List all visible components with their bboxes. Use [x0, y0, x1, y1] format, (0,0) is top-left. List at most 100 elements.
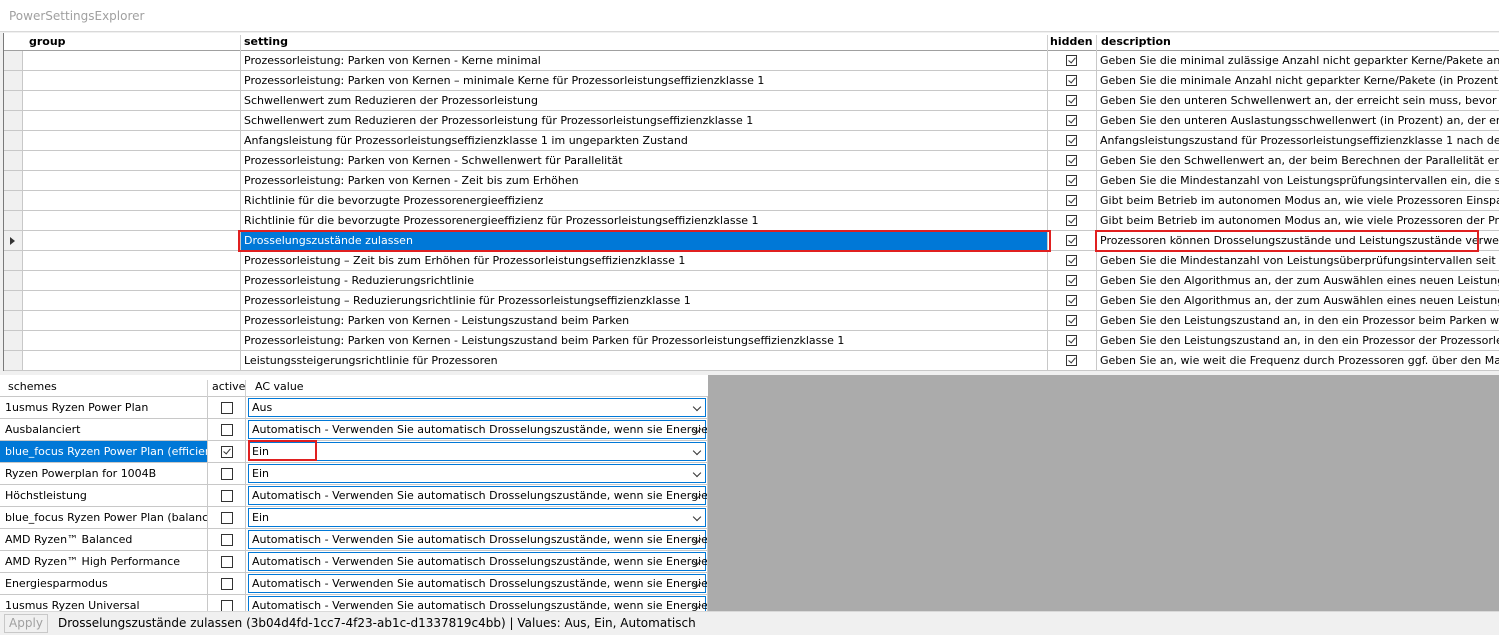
chevron-down-icon[interactable] [692, 446, 702, 456]
ac-value-cell[interactable]: Automatisch - Verwenden Sie automatisch … [246, 573, 708, 595]
setting-cell[interactable]: Prozessorleistung: Parken von Kernen - S… [241, 151, 1048, 171]
description-cell[interactable]: Geben Sie an, wie weit die Frequenz durc… [1097, 351, 1499, 371]
column-header-description[interactable]: description [1101, 35, 1171, 48]
ac-value-cell[interactable]: Ein [246, 441, 708, 463]
settings-row[interactable]: Prozessorleistung: Parken von Kernen - S… [4, 151, 1499, 171]
active-cell[interactable] [208, 441, 246, 463]
setting-cell[interactable]: Prozessorleistung – Zeit bis zum Erhöhen… [241, 251, 1048, 271]
ac-value-dropdown[interactable]: Ein [248, 442, 706, 461]
row-header[interactable] [4, 211, 23, 231]
group-cell[interactable] [23, 191, 241, 211]
hidden-cell[interactable] [1048, 191, 1097, 211]
scheme-name-cell[interactable]: Ausbalanciert [0, 419, 208, 441]
description-cell[interactable]: Geben Sie die minimal zulässige Anzahl n… [1097, 51, 1499, 71]
ac-value-cell[interactable]: Aus [246, 397, 708, 419]
column-header-active[interactable]: active [212, 380, 245, 393]
active-checkbox[interactable] [221, 534, 233, 546]
description-cell[interactable]: Geben Sie den unteren Auslastungsschwell… [1097, 111, 1499, 131]
group-cell[interactable] [23, 211, 241, 231]
hidden-checkbox[interactable] [1066, 195, 1077, 206]
hidden-cell[interactable] [1048, 111, 1097, 131]
settings-row[interactable]: Prozessorleistung: Parken von Kernen – m… [4, 71, 1499, 91]
hidden-cell[interactable] [1048, 271, 1097, 291]
ac-value-cell[interactable]: Automatisch - Verwenden Sie automatisch … [246, 419, 708, 441]
hidden-cell[interactable] [1048, 131, 1097, 151]
row-header[interactable] [4, 151, 23, 171]
scheme-row[interactable]: blue_focus Ryzen Power Plan (efficient) E… [0, 441, 708, 463]
scheme-name-cell[interactable]: AMD Ryzen™ Balanced [0, 529, 208, 551]
ac-value-dropdown[interactable]: Aus [248, 398, 706, 417]
scheme-name-cell[interactable]: Energiesparmodus [0, 573, 208, 595]
scheme-name-cell[interactable]: 1usmus Ryzen Universal [0, 595, 208, 611]
active-checkbox[interactable] [221, 578, 233, 590]
ac-value-dropdown[interactable]: Automatisch - Verwenden Sie automatisch … [248, 574, 707, 593]
scheme-name-cell[interactable]: AMD Ryzen™ High Performance [0, 551, 208, 573]
active-cell[interactable] [208, 595, 246, 611]
settings-grid[interactable]: group setting hidden description Prozess… [3, 33, 1499, 371]
row-header[interactable] [4, 291, 23, 311]
chevron-down-icon[interactable] [692, 468, 702, 478]
settings-row[interactable]: Richtlinie für die bevorzugte Prozessore… [4, 191, 1499, 211]
scheme-name-cell[interactable]: Ryzen Powerplan for 1004B [0, 463, 208, 485]
ac-value-cell[interactable]: Ein [246, 507, 708, 529]
setting-cell[interactable]: Prozessorleistung: Parken von Kernen – m… [241, 71, 1048, 91]
active-cell[interactable] [208, 463, 246, 485]
description-cell[interactable]: Geben Sie den Algorithmus an, der zum Au… [1097, 271, 1499, 291]
hidden-cell[interactable] [1048, 331, 1097, 351]
group-cell[interactable] [23, 251, 241, 271]
active-checkbox[interactable] [221, 556, 233, 568]
hidden-checkbox[interactable] [1066, 175, 1077, 186]
scheme-row[interactable]: Höchstleistung Automatisch - Verwenden Si… [0, 485, 708, 507]
row-header[interactable] [4, 231, 23, 251]
apply-button[interactable]: Apply [4, 614, 48, 633]
setting-cell[interactable]: Richtlinie für die bevorzugte Prozessore… [241, 191, 1048, 211]
column-header-group[interactable]: group [29, 35, 66, 48]
hidden-cell[interactable] [1048, 171, 1097, 191]
setting-cell[interactable]: Schwellenwert zum Reduzieren der Prozess… [241, 111, 1048, 131]
description-cell[interactable]: Geben Sie die Mindestanzahl von Leistung… [1097, 171, 1499, 191]
ac-value-cell[interactable]: Automatisch - Verwenden Sie automatisch … [246, 529, 708, 551]
active-cell[interactable] [208, 529, 246, 551]
ac-value-cell[interactable]: Ein [246, 463, 708, 485]
hidden-checkbox[interactable] [1066, 275, 1077, 286]
hidden-checkbox[interactable] [1066, 335, 1077, 346]
hidden-checkbox[interactable] [1066, 135, 1077, 146]
group-cell[interactable] [23, 71, 241, 91]
description-cell[interactable]: Geben Sie die Mindestanzahl von Leistung… [1097, 251, 1499, 271]
setting-cell[interactable]: Prozessorleistung: Parken von Kernen - K… [241, 51, 1048, 71]
row-header[interactable] [4, 251, 23, 271]
row-header[interactable] [4, 191, 23, 211]
column-header-schemes[interactable]: schemes [8, 380, 57, 393]
hidden-checkbox[interactable] [1066, 315, 1077, 326]
hidden-cell[interactable] [1048, 91, 1097, 111]
ac-value-dropdown[interactable]: Automatisch - Verwenden Sie automatisch … [248, 486, 707, 505]
active-cell[interactable] [208, 485, 246, 507]
row-header[interactable] [4, 351, 23, 371]
setting-cell[interactable]: Leistungssteigerungsrichtlinie für Proze… [241, 351, 1048, 371]
setting-cell[interactable]: Richtlinie für die bevorzugte Prozessore… [241, 211, 1048, 231]
row-header[interactable] [4, 111, 23, 131]
setting-cell[interactable]: Prozessorleistung: Parken von Kernen - L… [241, 331, 1048, 351]
settings-row[interactable]: Anfangsleistung für Prozessorleistungsef… [4, 131, 1499, 151]
active-checkbox[interactable] [221, 446, 233, 458]
description-cell[interactable]: Geben Sie den Schwellenwert an, der beim… [1097, 151, 1499, 171]
ac-value-dropdown[interactable]: Automatisch - Verwenden Sie automatisch … [248, 552, 707, 571]
hidden-checkbox[interactable] [1066, 75, 1077, 86]
scheme-row[interactable]: 1usmus Ryzen Power Plan Aus [0, 397, 708, 419]
active-checkbox[interactable] [221, 512, 233, 524]
chevron-down-icon[interactable] [692, 512, 702, 522]
column-header-hidden[interactable]: hidden [1050, 35, 1093, 48]
active-checkbox[interactable] [221, 402, 233, 414]
setting-cell[interactable]: Anfangsleistung für Prozessorleistungsef… [241, 131, 1048, 151]
scheme-row[interactable]: Ausbalanciert Automatisch - Verwenden Sie… [0, 419, 708, 441]
description-cell[interactable]: Geben Sie den Leistungszustand an, in de… [1097, 331, 1499, 351]
hidden-checkbox[interactable] [1066, 235, 1077, 246]
active-checkbox[interactable] [221, 424, 233, 436]
ac-value-dropdown[interactable]: Automatisch - Verwenden Sie automatisch … [248, 596, 707, 611]
group-cell[interactable] [23, 351, 241, 371]
description-cell[interactable]: Anfangsleistungszustand für Prozessorlei… [1097, 131, 1499, 151]
scheme-row[interactable]: 1usmus Ryzen Universal Automatisch - Verw… [0, 595, 708, 611]
hidden-checkbox[interactable] [1066, 255, 1077, 266]
scheme-row[interactable]: Ryzen Powerplan for 1004B Ein [0, 463, 708, 485]
settings-row[interactable]: Leistungssteigerungsrichtlinie für Proze… [4, 351, 1499, 371]
